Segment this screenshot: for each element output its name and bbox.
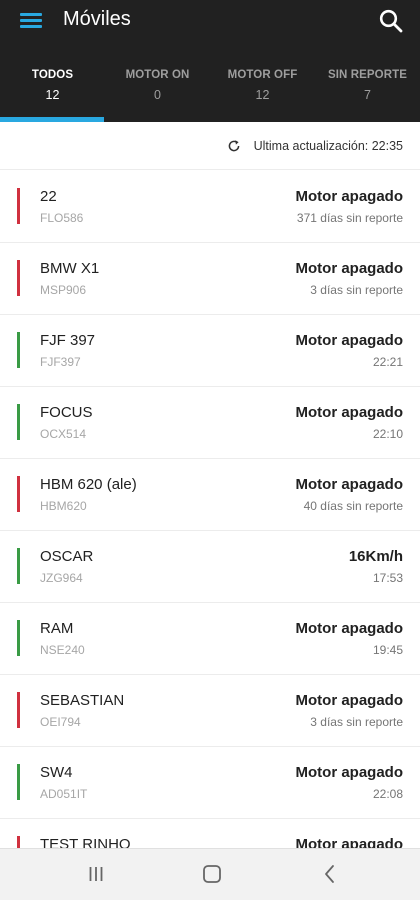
vehicle-last-report: 371 días sin reporte — [296, 211, 403, 225]
vehicle-row[interactable]: SW4 AD051IT Motor apagado 22:08 — [0, 747, 420, 819]
tab-motor-on[interactable]: MOTOR ON 0 — [105, 60, 210, 122]
home-icon[interactable] — [199, 863, 225, 885]
tab-todos[interactable]: TODOS 12 — [0, 60, 105, 122]
tab-count: 12 — [45, 88, 60, 102]
vehicle-name: OSCAR — [40, 548, 94, 565]
hamburger-menu-icon[interactable] — [20, 11, 42, 29]
vehicle-last-report: 19:45 — [372, 643, 403, 657]
filter-tabs: TODOS 12 MOTOR ON 0 MOTOR OFF 12 SIN REPORTE 7 — [0, 60, 420, 122]
vehicle-row[interactable]: TEST RINHO Motor apagado — [0, 819, 420, 848]
vehicle-row[interactable]: BMW X1 MSP906 Motor apagado 3 días sin repo… — [0, 243, 420, 315]
vehicle-name: HBM 620 (ale) — [40, 476, 137, 493]
vehicle-name: SEBASTIAN — [40, 692, 125, 709]
vehicle-name: BMW X1 — [40, 260, 100, 277]
toolbar: Móviles — [0, 0, 420, 42]
vehicle-plate: AD051IT — [40, 787, 88, 801]
back-icon[interactable] — [318, 863, 344, 885]
app-bar: Móviles TODOS 12 MOTOR ON 0 MOTOR OFF 12 SIN R… — [0, 0, 420, 122]
vehicle-last-report: 3 días sin reporte — [310, 283, 403, 297]
refresh-icon[interactable] — [227, 139, 241, 153]
vehicle-last-report: 17:53 — [372, 571, 403, 585]
vehicle-row[interactable]: 22 FLO586 Motor apagado 371 días sin report… — [0, 171, 420, 243]
vehicle-last-report: 22:08 — [372, 787, 403, 801]
vehicle-plate: OEI794 — [40, 715, 81, 729]
vehicle-status: 16Km/h — [348, 548, 403, 565]
vehicle-status: Motor apagado — [295, 404, 404, 421]
vehicle-row[interactable]: FOCUS OCX514 Motor apagado 22:10 — [0, 387, 420, 459]
vehicle-status: Motor apagado — [295, 188, 404, 205]
vehicle-last-report: 22:21 — [372, 355, 403, 369]
vehicle-status: Motor apagado — [295, 260, 404, 277]
vehicle-name: FJF 397 — [40, 332, 96, 349]
vehicle-name: RAM — [40, 620, 74, 637]
status-indicator — [17, 260, 20, 296]
tab-label: SIN REPORTE — [327, 69, 408, 81]
vehicle-plate: OCX514 — [40, 427, 87, 441]
status-indicator — [17, 548, 20, 584]
vehicle-plate: NSE240 — [40, 643, 85, 657]
tab-sin-reporte[interactable]: SIN REPORTE 7 — [315, 60, 420, 122]
status-indicator — [17, 188, 20, 224]
tab-label: MOTOR ON — [125, 69, 190, 81]
status-indicator — [17, 764, 20, 800]
vehicle-last-report: 40 días sin reporte — [303, 499, 403, 513]
vehicle-row[interactable]: HBM 620 (ale) HBM620 Motor apagado 40 días … — [0, 459, 420, 531]
last-update-text: Ultima actualización: 22:35 — [253, 139, 403, 153]
vehicle-last-report: 22:10 — [372, 427, 403, 441]
vehicle-row[interactable]: FJF 397 FJF397 Motor apagado 22:21 — [0, 315, 420, 387]
vehicle-name: FOCUS — [40, 404, 93, 421]
tab-label: TODOS — [31, 69, 74, 81]
vehicle-status: Motor apagado — [295, 764, 404, 781]
tab-count: 7 — [364, 88, 371, 102]
vehicle-plate: FJF397 — [40, 355, 81, 369]
vehicle-plate: MSP906 — [40, 283, 87, 297]
tab-label: MOTOR OFF — [227, 69, 298, 81]
vehicle-name: SW4 — [40, 764, 73, 781]
status-indicator — [17, 332, 20, 368]
tab-motor-off[interactable]: MOTOR OFF 12 — [210, 60, 315, 122]
vehicle-last-report: 3 días sin reporte — [310, 715, 403, 729]
vehicle-status: Motor apagado — [295, 692, 404, 709]
search-icon[interactable] — [378, 8, 404, 34]
tab-count: 12 — [255, 88, 270, 102]
app-screen: Móviles TODOS 12 MOTOR ON 0 MOTOR OFF 12 SIN R… — [0, 0, 420, 900]
vehicle-status: Motor apagado — [295, 332, 404, 349]
vehicle-row[interactable]: OSCAR JZG964 16Km/h 17:53 — [0, 531, 420, 603]
vehicle-name: 22 — [40, 188, 57, 205]
vehicle-row[interactable]: RAM NSE240 Motor apagado 19:45 — [0, 603, 420, 675]
status-indicator — [17, 476, 20, 512]
page-title: Móviles — [63, 8, 131, 30]
tab-count: 0 — [154, 88, 161, 102]
vehicle-name: TEST RINHO — [40, 836, 131, 848]
status-indicator — [17, 404, 20, 440]
vehicle-plate: JZG964 — [40, 571, 83, 585]
system-navigation-bar — [0, 848, 420, 900]
status-indicator — [17, 692, 20, 728]
vehicle-row[interactable]: SEBASTIAN OEI794 Motor apagado 3 días sin r… — [0, 675, 420, 747]
vehicle-plate: FLO586 — [40, 211, 84, 225]
recents-icon[interactable] — [84, 863, 110, 885]
vehicle-status: Motor apagado — [295, 476, 404, 493]
vehicle-status: Motor apagado — [295, 836, 404, 848]
vehicle-status: Motor apagado — [295, 620, 404, 637]
status-indicator — [17, 620, 20, 656]
vehicle-plate: HBM620 — [40, 499, 87, 513]
vehicle-list: 22 FLO586 Motor apagado 371 días sin report… — [0, 171, 420, 848]
status-indicator — [17, 836, 20, 848]
